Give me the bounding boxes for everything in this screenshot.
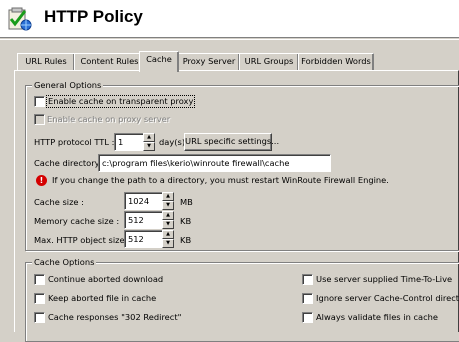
spin-down-icon[interactable]: ▼ (162, 201, 174, 210)
spin-up-icon[interactable]: ▲ (162, 192, 174, 201)
memory-cache-input[interactable]: 512 (124, 211, 164, 229)
ignore-cache-control-label[interactable]: Ignore server Cache-Control directive (316, 293, 459, 304)
tab-forbidden-words[interactable]: Forbidden Words (298, 53, 374, 71)
policy-checklist-icon (6, 6, 32, 31)
url-specific-settings-button[interactable]: URL specific settings... (184, 133, 279, 151)
max-object-spinner[interactable]: ▲ ▼ (162, 230, 174, 248)
cache-dir-label: Cache directory : (34, 158, 105, 168)
use-server-ttl-checkbox[interactable] (302, 274, 313, 285)
continue-aborted-checkbox[interactable] (34, 274, 45, 285)
spin-down-icon[interactable]: ▼ (143, 142, 155, 151)
enable-proxy-label: Enable cache on proxy server (47, 114, 171, 124)
ttl-unit: day(s) (159, 137, 186, 147)
max-object-input[interactable]: 512 (124, 230, 164, 248)
cache-size-spinner[interactable]: ▲ ▼ (162, 192, 174, 210)
keep-aborted-checkbox[interactable] (34, 293, 45, 304)
enable-transparent-checkbox[interactable] (34, 96, 45, 107)
tab-content-rules[interactable]: Content Rules (74, 53, 145, 71)
continue-aborted-label[interactable]: Continue aborted download (48, 274, 163, 285)
ignore-cache-control-checkbox[interactable] (302, 293, 313, 304)
general-options-legend: General Options (32, 80, 104, 91)
use-server-ttl-label[interactable]: Use server supplied Time-To-Live (316, 274, 452, 285)
keep-aborted-label[interactable]: Keep aborted file in cache (48, 293, 156, 304)
warning-icon: ! (36, 175, 47, 186)
header-banner: HTTP Policy (0, 0, 459, 38)
header-divider (0, 39, 459, 40)
spin-down-icon[interactable]: ▼ (162, 239, 174, 248)
tab-url-groups[interactable]: URL Groups (239, 53, 299, 71)
ttl-spinner[interactable]: ▲ ▼ (143, 133, 155, 151)
spin-up-icon[interactable]: ▲ (162, 230, 174, 239)
always-validate-label[interactable]: Always validate files in cache (316, 312, 438, 323)
enable-proxy-checkbox (34, 114, 45, 125)
spin-down-icon[interactable]: ▼ (162, 220, 174, 229)
ttl-input[interactable]: 1 (114, 133, 144, 151)
cache-dir-input[interactable]: c:\program files\kerio\winroute firewall… (98, 154, 331, 172)
tab-cache[interactable]: Cache (139, 51, 179, 72)
tab-url-rules[interactable]: URL Rules (17, 53, 75, 71)
cache-302-label[interactable]: Cache responses "302 Redirect" (48, 312, 181, 323)
tab-proxy-server[interactable]: Proxy Server (178, 53, 240, 71)
max-object-label: Max. HTTP object size : (34, 235, 131, 245)
always-validate-checkbox[interactable] (302, 312, 313, 323)
cache-302-checkbox[interactable] (34, 312, 45, 323)
memory-cache-spinner[interactable]: ▲ ▼ (162, 211, 174, 229)
spin-up-icon[interactable]: ▲ (143, 133, 155, 142)
spin-up-icon[interactable]: ▲ (162, 211, 174, 220)
memory-cache-label: Memory cache size : (34, 216, 120, 226)
cache-size-label: Cache size : (34, 197, 84, 207)
cache-size-input[interactable]: 1024 (124, 192, 164, 210)
enable-transparent-label[interactable]: Enable cache on transparent proxy (45, 95, 196, 108)
page-title: HTTP Policy (44, 7, 143, 26)
restart-warning-text: If you change the path to a directory, y… (52, 175, 389, 185)
cache-size-unit: MB (180, 197, 193, 207)
cache-options-legend: Cache Options (32, 257, 97, 268)
memory-cache-unit: KB (180, 216, 192, 226)
max-object-unit: KB (180, 235, 192, 245)
ttl-label: HTTP protocol TTL : (34, 137, 115, 147)
